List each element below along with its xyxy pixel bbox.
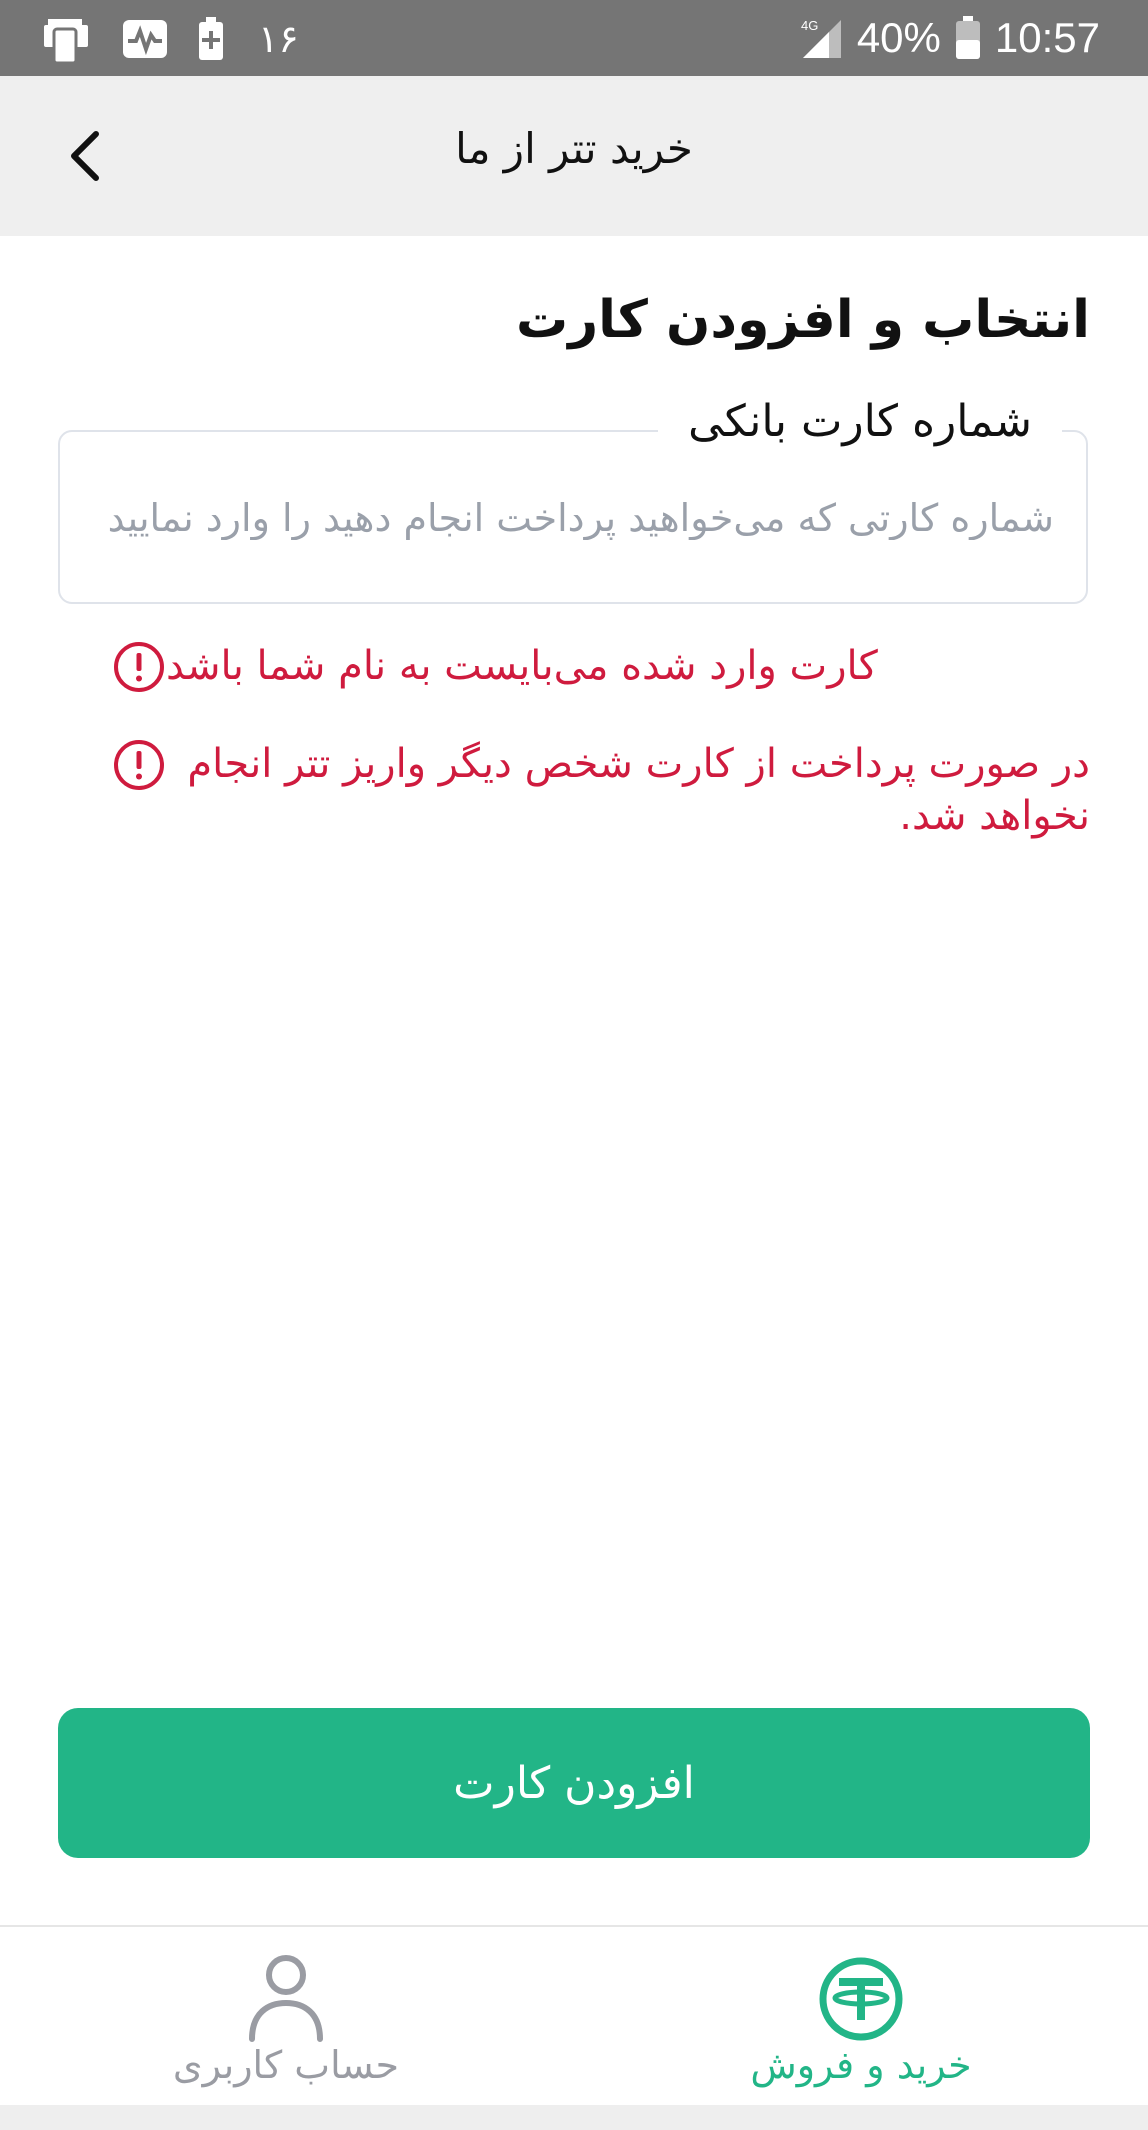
- nav-item-trade[interactable]: خرید و فروش: [661, 1927, 1061, 2105]
- card-number-label: شماره کارت بانکی: [658, 396, 1062, 447]
- bottom-nav: حساب کاربری خرید و فروش: [0, 1927, 1148, 2105]
- page-title: خرید تتر از ما: [455, 124, 693, 173]
- clock: 10:57: [994, 14, 1100, 61]
- nav-item-account[interactable]: حساب کاربری: [86, 1927, 486, 2105]
- battery-percent: 40%: [856, 14, 941, 61]
- alert-circle-icon: [114, 740, 164, 790]
- alert-circle-icon: [114, 642, 164, 692]
- nav-label-trade: خرید و فروش: [750, 2043, 972, 2087]
- add-card-button[interactable]: افزودن کارت: [58, 1708, 1090, 1858]
- section-title: انتخاب و افزودن کارت: [515, 290, 1090, 350]
- phone-icon: [44, 19, 88, 63]
- battery-saver-icon: [199, 17, 223, 60]
- signal-icon: 4G: [801, 18, 841, 58]
- warning-item: کارت وارد شده می‌بایست به نام شما باشد: [90, 640, 1090, 694]
- notification-count: ۱۶: [258, 17, 299, 61]
- activity-icon: [123, 20, 167, 58]
- network-type: 4G: [801, 18, 818, 33]
- warning-item: در صورت پرداخت از کارت شخص دیگر واریز تت…: [90, 738, 1090, 842]
- tether-icon: [819, 1957, 903, 2041]
- user-icon: [249, 1955, 323, 2042]
- app-bar: خرید تتر از ما: [0, 76, 1148, 236]
- warning-text: کارت وارد شده می‌بایست به نام شما باشد: [166, 643, 878, 689]
- battery-icon: [955, 16, 980, 59]
- card-number-input[interactable]: [90, 488, 1054, 548]
- card-number-field: [58, 430, 1088, 604]
- system-nav-strip: [0, 2105, 1148, 2130]
- warning-text: در صورت پرداخت از کارت شخص دیگر واریز تت…: [187, 741, 1090, 839]
- status-bar: ۱۶ 4G 40% 10:57: [0, 0, 1148, 76]
- nav-label-account: حساب کاربری: [172, 2043, 400, 2087]
